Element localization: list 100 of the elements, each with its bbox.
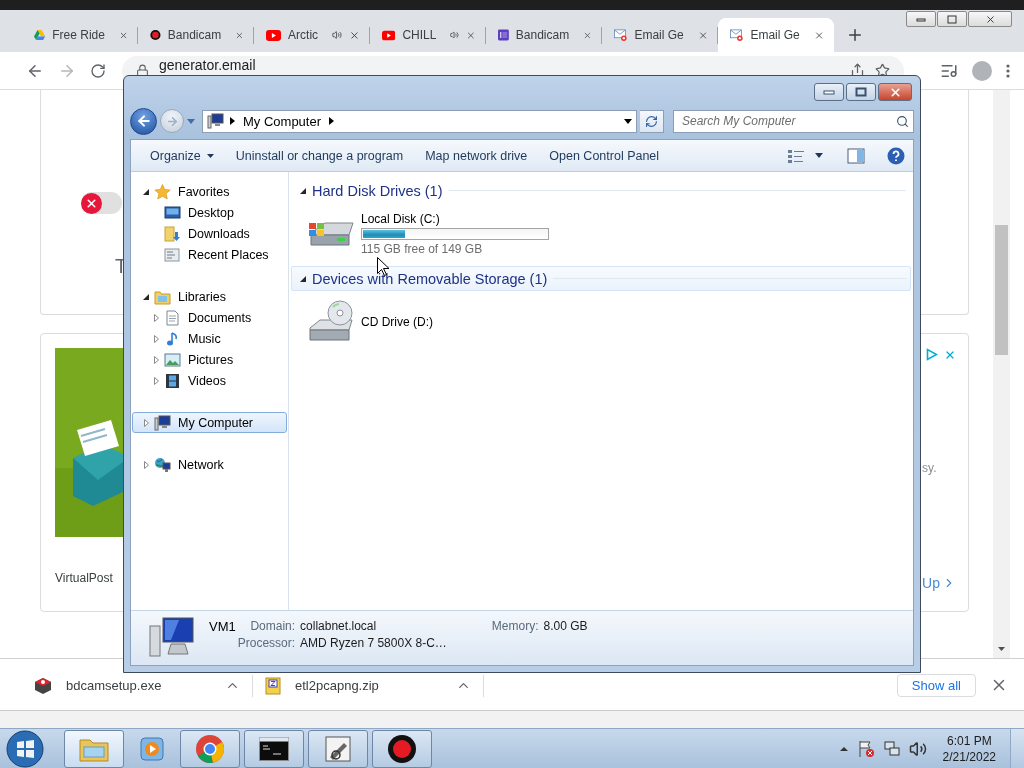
browser-tab[interactable]: Email Ge <box>718 18 834 52</box>
back-button[interactable] <box>130 107 157 135</box>
bookmark-star-icon[interactable] <box>875 63 890 78</box>
search-icon[interactable] <box>896 114 909 128</box>
section-header[interactable]: Devices with Removable Storage (1) <box>291 266 911 291</box>
collapse-arrow-icon[interactable] <box>300 275 306 282</box>
recent-pages-icon[interactable] <box>187 118 195 124</box>
refresh-icon <box>645 114 658 128</box>
lock-icon <box>136 64 149 77</box>
maximize-icon <box>855 87 867 97</box>
caret-icon[interactable] <box>815 153 823 158</box>
preview-pane-icon[interactable] <box>847 147 865 164</box>
toolbar-button[interactable]: Open Control Panel <box>540 143 669 168</box>
address-bar[interactable]: My Computer <box>202 109 637 133</box>
speaker-icon[interactable] <box>908 739 927 758</box>
drive-item[interactable]: CD Drive (D:) <box>307 296 911 348</box>
forward-arrow-icon <box>165 114 179 128</box>
flag-icon[interactable] <box>856 739 875 758</box>
sidebar-item[interactable]: Videos <box>132 370 287 391</box>
expand-arrow-icon[interactable] <box>153 334 159 343</box>
close-button[interactable] <box>968 11 1012 27</box>
ad-caption: VirtualPost <box>55 571 114 585</box>
close-button[interactable] <box>878 83 912 101</box>
drive-name: CD Drive (D:) <box>361 315 433 329</box>
sidebar-item[interactable]: Recent Places <box>132 244 287 265</box>
sidebar-item[interactable]: Favorites <box>132 181 287 202</box>
section-header[interactable]: Hard Disk Drives (1) <box>291 178 911 203</box>
computer-icon <box>154 414 171 431</box>
ad-choices-icon[interactable] <box>926 348 938 361</box>
breadcrumb-arrow-icon[interactable] <box>329 117 335 125</box>
film-icon <box>164 372 181 389</box>
sidebar-item[interactable]: Pictures <box>132 349 287 370</box>
minimize-button[interactable] <box>906 11 936 27</box>
view-options-icon[interactable] <box>787 148 805 163</box>
monitor-icon <box>164 204 181 221</box>
collapse-arrow-icon[interactable] <box>143 293 149 300</box>
collapse-arrow-icon[interactable] <box>300 187 306 194</box>
download-name: etl2pcapng.zip <box>295 678 380 693</box>
collapse-arrow-icon[interactable] <box>143 188 149 195</box>
browser-tab[interactable]: Bandicam <box>138 18 254 52</box>
expand-arrow-icon[interactable] <box>143 418 149 427</box>
taskbar-button[interactable] <box>372 729 432 768</box>
sidebar-item[interactable]: Documents <box>132 307 287 328</box>
media-player-icon <box>138 734 166 763</box>
sidebar-item[interactable]: Downloads <box>132 223 287 244</box>
breadcrumb-arrow-icon[interactable] <box>230 117 235 125</box>
show-hidden-icons[interactable] <box>838 745 849 752</box>
drive-name: Local Disk (C:) <box>361 212 441 226</box>
star-icon <box>154 183 171 200</box>
sidebar-item[interactable]: My Computer <box>132 412 287 433</box>
sidebar-item[interactable]: Libraries <box>132 286 287 307</box>
refresh-button[interactable] <box>640 109 664 133</box>
expand-arrow-icon[interactable] <box>153 355 159 364</box>
cd-drive-icon <box>307 300 355 344</box>
document-icon <box>164 309 181 326</box>
drive-item[interactable]: Local Disk (C:) 115 GB free of 149 GB <box>307 208 911 260</box>
dropdown-caret-icon[interactable] <box>624 118 632 124</box>
free-space-text: 115 GB free of 149 GB <box>361 242 484 256</box>
toolbar-button[interactable]: Uninstall or change a program <box>226 143 413 168</box>
breadcrumb-item[interactable]: My Computer <box>241 113 324 129</box>
sidebar-item[interactable]: Desktop <box>132 202 287 223</box>
sidebar-item[interactable]: Music <box>132 328 287 349</box>
show-all-button[interactable]: Show all <box>896 674 976 697</box>
browser-tab[interactable]: Email Ge <box>602 18 718 52</box>
computer-name: VM1 <box>209 619 236 634</box>
expand-arrow-icon[interactable] <box>153 313 159 322</box>
computer-icon <box>149 616 195 660</box>
sidebar-item[interactable]: Network <box>132 454 287 475</box>
reload-button[interactable] <box>90 62 106 79</box>
scrollbar[interactable] <box>993 90 1010 658</box>
taskbar-button[interactable] <box>244 729 304 768</box>
maximize-button[interactable] <box>937 11 967 27</box>
expand-arrow-icon[interactable] <box>143 460 149 469</box>
browser-tab[interactable]: Bandicam <box>486 18 602 52</box>
share-icon[interactable] <box>850 63 865 78</box>
computer-icon <box>207 113 224 129</box>
browser-tab[interactable]: Free Ride <box>22 18 138 52</box>
search-field[interactable]: Search My Computer <box>673 109 914 133</box>
download-item[interactable]: etl2pcapng.zip <box>253 674 484 697</box>
browser-tab[interactable]: CHILL <box>370 18 486 52</box>
detail-label: Domain: <box>249 619 296 633</box>
terminal-icon <box>259 736 289 761</box>
toggle-switch[interactable] <box>81 192 122 214</box>
toolbar-button[interactable]: Map network drive <box>416 143 537 168</box>
start-button[interactable] <box>6 729 44 768</box>
scrollbar-thumb[interactable] <box>995 225 1008 355</box>
play-icon <box>266 28 282 42</box>
clock[interactable]: 6:01 PM 2/21/2022 <box>942 732 996 765</box>
new-tab-button[interactable] <box>846 26 864 44</box>
maximize-button[interactable] <box>846 83 876 101</box>
minimize-button[interactable] <box>814 83 844 101</box>
menu-button[interactable] <box>1006 63 1010 78</box>
network-icon[interactable] <box>882 739 901 758</box>
ad-link[interactable]: Up <box>922 575 956 591</box>
help-icon[interactable] <box>887 146 905 165</box>
download-item[interactable]: bdcamsetup.exe <box>22 674 253 697</box>
installer-icon <box>34 676 52 695</box>
browser-tab[interactable]: Arctic <box>254 18 370 52</box>
toolbar-button[interactable]: Organize <box>141 143 223 168</box>
expand-arrow-icon[interactable] <box>153 376 159 385</box>
